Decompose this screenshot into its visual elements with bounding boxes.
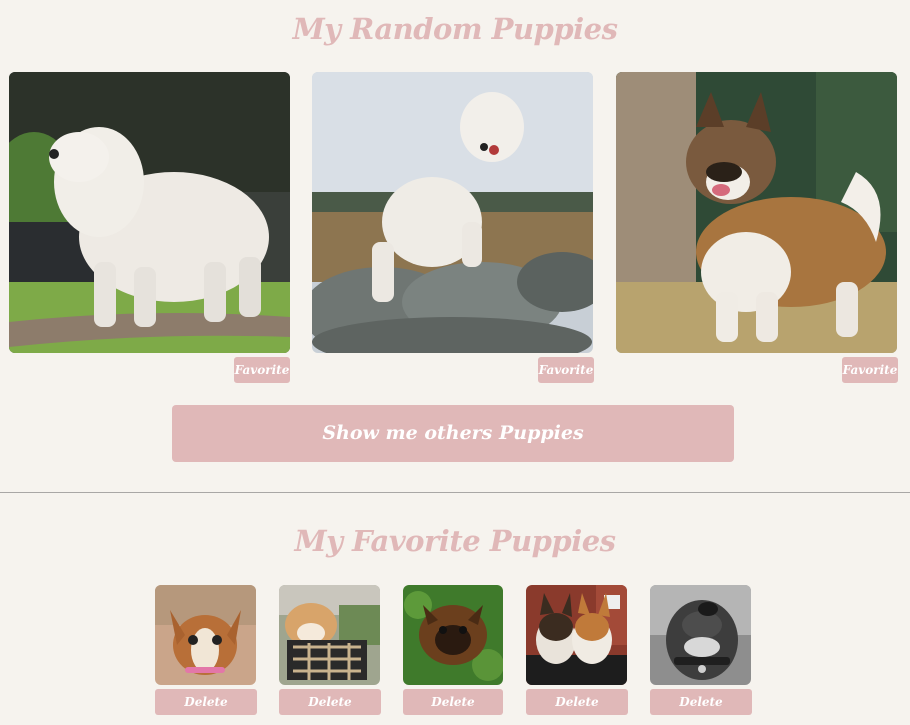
show-more-puppies-button[interactable]: Show me others Puppies [172, 405, 734, 462]
shepherd-puppy-in-grass-photo [403, 585, 503, 685]
two-corgis-photo [526, 585, 627, 685]
delete-button[interactable]: Delete [526, 689, 628, 715]
delete-button[interactable]: Delete [403, 689, 503, 715]
favorite-button[interactable]: Favorite [842, 357, 898, 383]
chihuahua-puppy-photo [155, 585, 256, 685]
shiba-in-basket-photo [279, 585, 380, 685]
akita-photo [616, 72, 897, 353]
delete-button[interactable]: Delete [650, 689, 752, 715]
favorite-button[interactable]: Favorite [538, 357, 594, 383]
delete-button[interactable]: Delete [155, 689, 257, 715]
favorite-puppies-title: My Favorite Puppies [294, 524, 616, 558]
white-puppy-on-rocks-photo [312, 72, 593, 353]
section-divider [0, 492, 910, 493]
favorite-button[interactable]: Favorite [234, 357, 290, 383]
random-puppies-title: My Random Puppies [292, 12, 618, 46]
great-pyrenees-photo [9, 72, 290, 353]
delete-button[interactable]: Delete [279, 689, 381, 715]
grayscale-pitbull-photo [650, 585, 751, 685]
